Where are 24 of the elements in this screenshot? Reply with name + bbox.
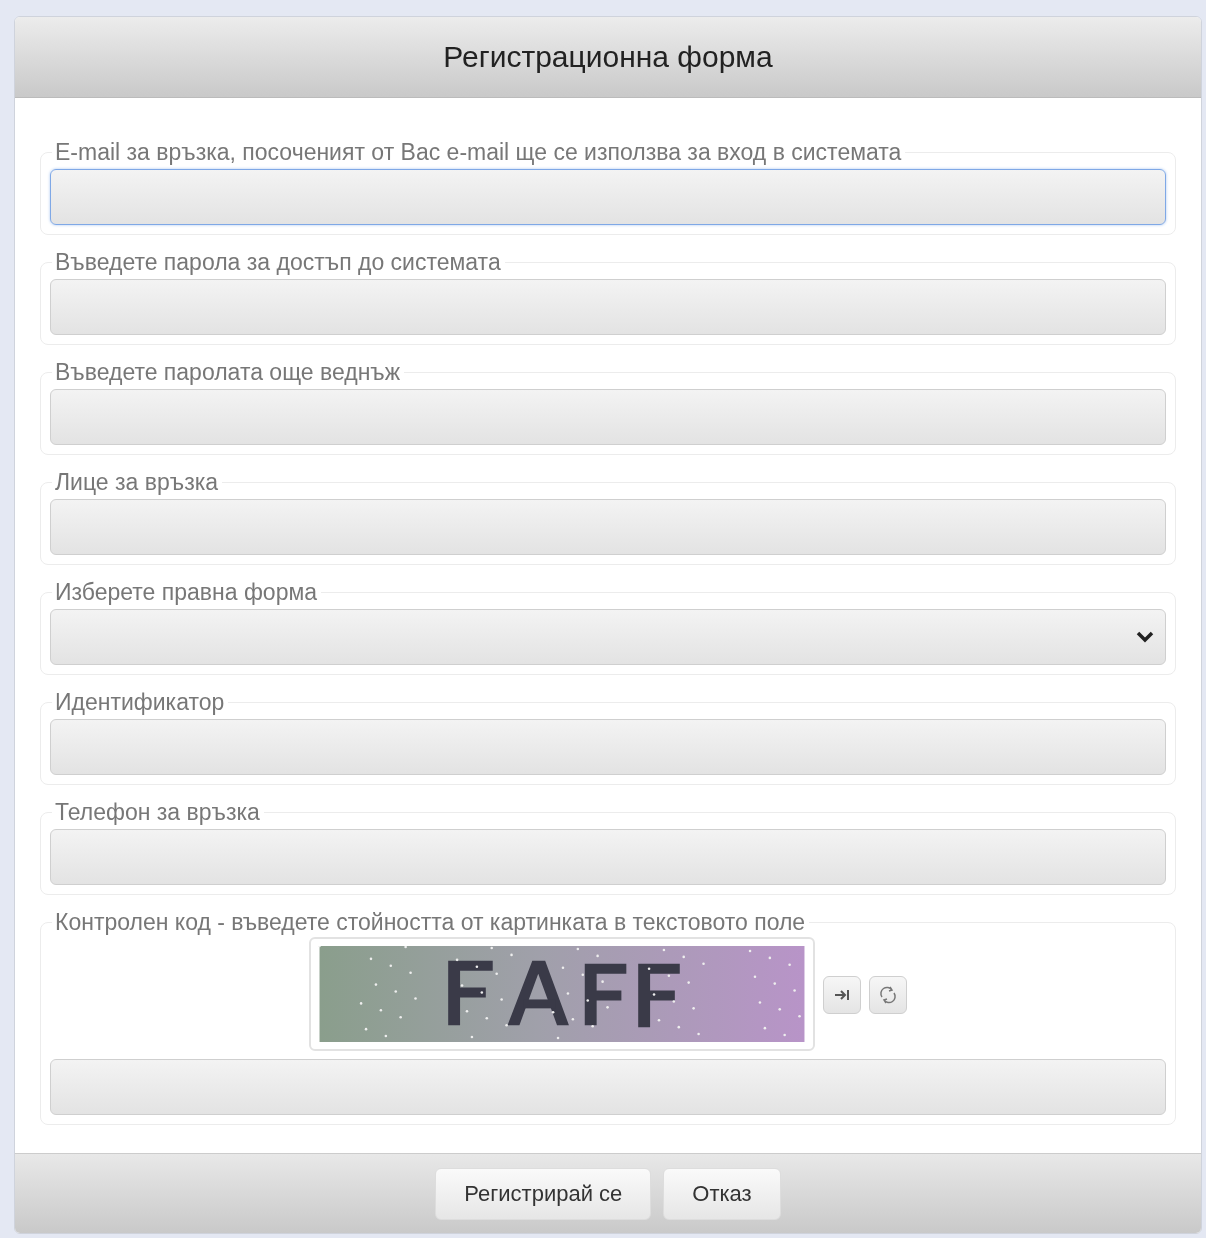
chevron-down-icon — [1135, 630, 1155, 644]
field-label: Изберете правна форма — [54, 579, 319, 606]
input-field[interactable] — [50, 279, 1166, 335]
audio-button[interactable] — [823, 976, 861, 1014]
field-label: Контролен код - въведете стойността от картинката в текстовото поле — [54, 909, 807, 936]
field-label: Лице за връзка — [54, 469, 220, 496]
register-button[interactable]: Регистрирай се — [435, 1167, 652, 1220]
input-field[interactable] — [50, 169, 1166, 225]
refresh-button[interactable] — [869, 976, 907, 1014]
field-label: E-mail за връзка, посоченият от Вас e-mail ще се използва за вход в системата — [54, 139, 903, 166]
select-field[interactable] — [50, 609, 1166, 665]
input-field[interactable] — [50, 499, 1166, 555]
dialog-title: Регистрационна форма — [443, 40, 773, 74]
input-field[interactable] — [50, 719, 1166, 775]
field-label: Телефон за връзка — [54, 799, 261, 826]
input-field[interactable] — [50, 389, 1166, 445]
field-label: Въведете парола за достъп до системата — [54, 249, 502, 276]
input-field[interactable] — [50, 829, 1166, 885]
arrow-to-bar-icon — [834, 989, 850, 1001]
field-label: Идентификатор — [54, 689, 226, 716]
cancel-button[interactable]: Отказ — [663, 1167, 781, 1220]
refresh-icon — [879, 985, 897, 1005]
input-field[interactable] — [50, 1059, 1166, 1115]
field-label: Въведете паролата още веднъж — [54, 359, 402, 386]
